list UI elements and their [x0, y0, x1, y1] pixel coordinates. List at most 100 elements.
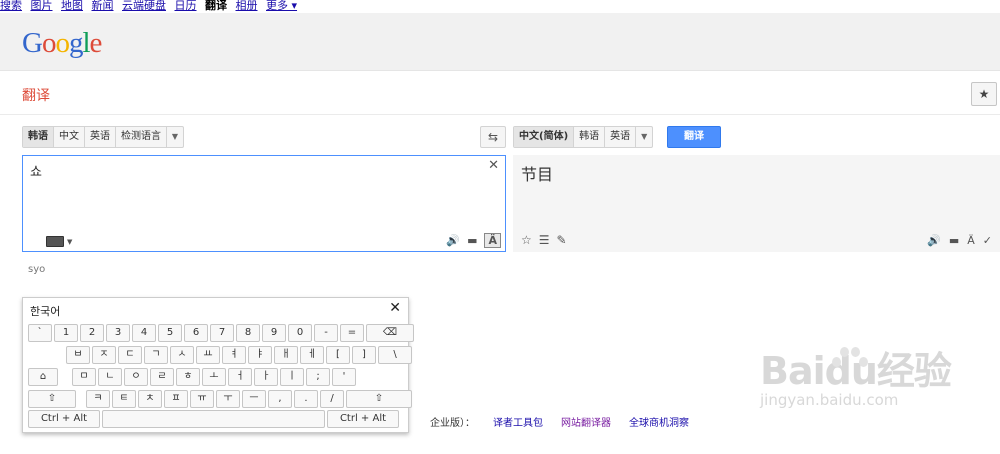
key[interactable]: ㅜ [216, 390, 240, 408]
input-tools-button[interactable]: ▼ [46, 234, 76, 249]
global-market-finder-link[interactable]: 全球商机洞察 [629, 414, 689, 429]
nav-translate[interactable]: 翻译 [205, 0, 227, 12]
key[interactable]: 2 [80, 324, 104, 342]
key[interactable]: 3 [106, 324, 130, 342]
source-text-area[interactable]: 쇼 ✕ ▼ 🔊 ▬ Ä [22, 155, 506, 252]
key-spacer [28, 346, 64, 364]
target-lang-english[interactable]: 英语 [605, 127, 637, 147]
key[interactable]: 9 [262, 324, 286, 342]
transliteration-toggle-icon[interactable]: Ä [967, 234, 975, 247]
key[interactable]: 5 [158, 324, 182, 342]
key[interactable]: ㅏ [254, 368, 278, 386]
key[interactable]: 1 [54, 324, 78, 342]
ctrl-alt-key-left[interactable]: Ctrl + Alt [28, 410, 100, 428]
nav-more[interactable]: 更多 ▾ [266, 0, 297, 12]
comment-icon[interactable]: ▬ [949, 234, 959, 247]
clear-icon[interactable]: ✕ [488, 158, 499, 173]
source-lang-english[interactable]: 英语 [85, 127, 116, 147]
comment-icon[interactable]: ▬ [467, 234, 477, 247]
google-logo[interactable]: Google [22, 27, 102, 60]
app-bar: 翻译 ★ [0, 72, 1000, 115]
key[interactable]: ㅍ [164, 390, 188, 408]
key[interactable]: ㄱ [144, 346, 168, 364]
website-translator-link[interactable]: 网站翻译器 [561, 414, 611, 429]
key[interactable]: ㅕ [222, 346, 246, 364]
key[interactable]: \ [378, 346, 412, 364]
key[interactable]: - [314, 324, 338, 342]
key[interactable]: ㅅ [170, 346, 194, 364]
key[interactable]: / [320, 390, 344, 408]
key[interactable]: ㅂ [66, 346, 90, 364]
backspace-key[interactable]: ⌫ [366, 324, 414, 342]
key[interactable]: , [268, 390, 292, 408]
speaker-icon[interactable]: 🔊 [446, 234, 460, 247]
target-lang-dropdown-icon[interactable]: ▼ [636, 127, 652, 147]
key[interactable]: ; [306, 368, 330, 386]
nav-maps[interactable]: 地图 [61, 0, 83, 12]
source-lang-detect[interactable]: 检测语言 [116, 127, 167, 147]
key[interactable]: ㅎ [176, 368, 200, 386]
nav-calendar[interactable]: 日历 [175, 0, 197, 12]
nav-photos[interactable]: 相册 [236, 0, 258, 12]
nav-news[interactable]: 新闻 [92, 0, 114, 12]
key[interactable]: ㅊ [138, 390, 162, 408]
key[interactable]: 7 [210, 324, 234, 342]
key[interactable]: . [294, 390, 318, 408]
swap-languages-button[interactable]: ⇆ [480, 126, 506, 148]
nav-search[interactable]: 搜索 [0, 0, 22, 12]
transliteration-toggle-icon[interactable]: Ä [484, 233, 501, 248]
key[interactable]: ㅇ [124, 368, 148, 386]
source-text[interactable]: 쇼 [30, 161, 42, 180]
key[interactable]: [ [326, 346, 350, 364]
key[interactable]: ㅈ [92, 346, 116, 364]
key[interactable]: ㅌ [112, 390, 136, 408]
key[interactable]: ㅔ [300, 346, 324, 364]
translate-button[interactable]: 翻译 [667, 126, 721, 148]
source-language-bar: 韩语 中文 英语 检测语言 ▼ [22, 126, 184, 148]
key[interactable]: ] [352, 346, 376, 364]
ctrl-alt-key-right[interactable]: Ctrl + Alt [327, 410, 399, 428]
key[interactable]: ㅓ [228, 368, 252, 386]
key[interactable]: = [340, 324, 364, 342]
caps-lock-key[interactable]: ⌂ [28, 368, 58, 386]
source-lang-chinese[interactable]: 中文 [54, 127, 85, 147]
target-lang-chinese-simplified[interactable]: 中文(简体) [514, 127, 575, 147]
key[interactable]: 4 [132, 324, 156, 342]
key[interactable]: ` [28, 324, 52, 342]
source-lang-dropdown-icon[interactable]: ▼ [167, 127, 183, 147]
space-key[interactable] [102, 410, 325, 428]
source-lang-korean[interactable]: 韩语 [23, 127, 54, 147]
key[interactable]: ' [332, 368, 356, 386]
nav-images[interactable]: 图片 [31, 0, 53, 12]
nav-drive[interactable]: 云端硬盘 [122, 0, 166, 12]
key[interactable]: ㄹ [150, 368, 174, 386]
key[interactable]: ㅠ [190, 390, 214, 408]
key[interactable]: 6 [184, 324, 208, 342]
swap-icon: ⇆ [487, 130, 499, 144]
target-lang-korean[interactable]: 韩语 [574, 127, 606, 147]
star-icon[interactable]: ☆ [521, 233, 532, 247]
check-icon[interactable]: ✓ [983, 234, 992, 247]
list-icon[interactable]: ☰ [539, 233, 550, 247]
key[interactable]: ㅡ [242, 390, 266, 408]
pencil-icon[interactable]: ✎ [557, 233, 567, 247]
key[interactable]: ㅗ [202, 368, 226, 386]
key[interactable]: 0 [288, 324, 312, 342]
translator-toolkit-link[interactable]: 译者工具包 [493, 414, 543, 429]
key[interactable]: ㄷ [118, 346, 142, 364]
shift-key-left[interactable]: ⇧ [28, 390, 76, 408]
close-icon[interactable]: ✕ [389, 300, 401, 316]
key[interactable]: ㅛ [196, 346, 220, 364]
key[interactable]: ㅑ [248, 346, 272, 364]
key[interactable]: ㅐ [274, 346, 298, 364]
key[interactable]: ㅋ [86, 390, 110, 408]
key[interactable]: ㄴ [98, 368, 122, 386]
key[interactable]: ㅣ [280, 368, 304, 386]
key[interactable]: ㅁ [72, 368, 96, 386]
key-spacer [78, 390, 84, 408]
key[interactable]: 8 [236, 324, 260, 342]
key-row-3: ⌂ ㅁ ㄴ ㅇ ㄹ ㅎ ㅗ ㅓ ㅏ ㅣ ; ' [28, 368, 356, 386]
speaker-icon[interactable]: 🔊 [927, 234, 941, 247]
phrasebook-button[interactable]: ★ [971, 82, 997, 106]
shift-key-right[interactable]: ⇧ [346, 390, 412, 408]
